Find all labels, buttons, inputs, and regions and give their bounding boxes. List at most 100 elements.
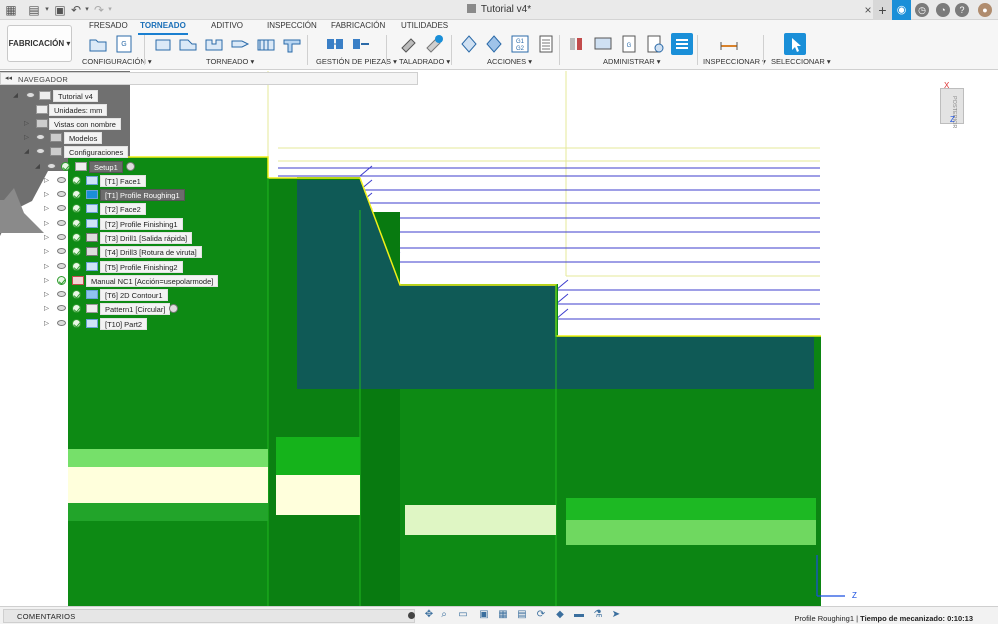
expand-arrow-icon[interactable]: ▷ <box>44 219 49 227</box>
file-menu-icon[interactable]: ▤ <box>27 3 41 17</box>
simulate-stock-icon[interactable] <box>484 34 504 54</box>
turning-part-icon[interactable] <box>230 34 250 54</box>
setup-sheet-icon[interactable]: G <box>114 34 134 54</box>
expand-arrow-icon[interactable]: ▷ <box>24 119 29 127</box>
visibility-eye-icon[interactable] <box>36 148 45 154</box>
visibility-eye-icon[interactable] <box>36 134 45 140</box>
group-gestion-piezas[interactable]: GESTIÓN DE PIEZAS ▾ <box>316 57 397 66</box>
expand-arrow-icon[interactable]: ▷ <box>44 262 49 270</box>
collapse-panel-icon[interactable]: ◂◂ <box>5 74 12 82</box>
visibility-eye-icon[interactable] <box>57 263 66 269</box>
zoom-icon[interactable]: ⌕ <box>437 609 451 621</box>
expand-arrow-icon[interactable]: ◢ <box>24 147 29 155</box>
template-library-icon[interactable]: G <box>619 34 639 54</box>
expand-arrow-icon[interactable]: ▷ <box>44 290 49 298</box>
post-library-icon[interactable] <box>645 34 665 54</box>
tab-fresado[interactable]: FRESADO <box>89 21 128 33</box>
tool-library-icon[interactable] <box>568 34 588 54</box>
visibility-eye-icon[interactable] <box>57 234 66 240</box>
visibility-eye-icon[interactable] <box>26 92 35 98</box>
measure-icon[interactable] <box>719 34 739 54</box>
setup-sheet-doc-icon[interactable] <box>536 34 556 54</box>
orbit-icon[interactable]: ⟳ <box>534 609 548 621</box>
task-manager-icon[interactable] <box>671 33 693 55</box>
turning-thread-icon[interactable] <box>256 34 276 54</box>
visibility-eye-icon[interactable] <box>57 205 66 211</box>
tree-named-views-label: Vistas con nombre <box>49 118 121 130</box>
notifications-icon[interactable]: ◔ <box>936 3 950 17</box>
group-acciones[interactable]: ACCIONES ▾ <box>487 57 532 66</box>
object-visibility-icon[interactable]: ➤ <box>609 609 623 621</box>
tab-aditivo[interactable]: ADITIVO <box>211 21 243 33</box>
comments-label: COMENTARIOS <box>17 612 76 621</box>
effects-icon[interactable]: ⚗ <box>591 609 605 621</box>
visibility-eye-icon[interactable] <box>57 291 66 297</box>
browser-panel-header[interactable]: ◂◂ NAVEGADOR <box>0 72 418 85</box>
grid-snap-icon[interactable]: ▦ <box>496 609 510 621</box>
visibility-eye-icon[interactable] <box>57 248 66 254</box>
group-administrar[interactable]: ADMINISTRAR ▾ <box>603 57 661 66</box>
tab-utilidades[interactable]: UTILIDADES <box>401 21 448 33</box>
user-avatar[interactable]: ● <box>978 3 992 17</box>
simulate-icon[interactable] <box>459 34 479 54</box>
visibility-eye-icon[interactable] <box>57 191 66 197</box>
environment-icon[interactable]: ▬ <box>572 609 586 621</box>
group-torneado[interactable]: TORNEADO ▾ <box>206 57 254 66</box>
expand-arrow-icon[interactable]: ▷ <box>44 233 49 241</box>
tab-torneado[interactable]: TORNEADO <box>138 21 188 35</box>
visual-style-icon[interactable]: ◆ <box>553 609 567 621</box>
zoom-window-icon[interactable]: ▭ <box>456 609 470 621</box>
open-folder-icon[interactable] <box>88 34 108 54</box>
group-seleccionar[interactable]: SELECCIONAR ▾ <box>771 57 831 66</box>
tab-fabricacion[interactable]: FABRICACIÓN <box>331 21 385 33</box>
turning-chamfer-icon[interactable] <box>282 34 302 54</box>
select-cursor-icon[interactable] <box>784 33 806 55</box>
tab-inspeccion[interactable]: INSPECCIÓN <box>267 21 317 33</box>
drill-icon[interactable] <box>399 34 419 54</box>
turning-groove-icon[interactable] <box>204 34 224 54</box>
expand-arrow-icon[interactable]: ▷ <box>44 204 49 212</box>
turning-face-icon[interactable] <box>154 34 174 54</box>
expand-arrow-icon[interactable]: ◢ <box>13 91 18 99</box>
apps-grid-icon[interactable]: ▦ <box>4 3 18 17</box>
expand-arrow-icon[interactable]: ▷ <box>24 133 29 141</box>
expand-arrow-icon[interactable]: ▷ <box>44 247 49 255</box>
visibility-eye-icon[interactable] <box>57 177 66 183</box>
save-icon[interactable]: ▣ <box>53 3 67 17</box>
hole-recognition-icon[interactable] <box>424 34 444 54</box>
data-panel-icon[interactable]: ◉ <box>892 0 911 20</box>
expand-arrow-icon[interactable]: ◢ <box>35 162 40 170</box>
visibility-eye-icon[interactable] <box>57 305 66 311</box>
turning-profile-icon[interactable] <box>178 34 198 54</box>
subspindle-icon[interactable] <box>351 34 371 54</box>
comments-panel[interactable]: COMENTARIOS <box>3 609 415 623</box>
visibility-eye-icon[interactable] <box>57 320 66 326</box>
visibility-eye-icon[interactable] <box>47 163 56 169</box>
group-taladrado[interactable]: TALADRADO ▾ <box>399 57 450 66</box>
manual-nc-icon <box>72 276 84 285</box>
file-menu-chevron-icon[interactable]: ▾ <box>40 3 54 17</box>
add-comment-icon[interactable] <box>408 612 415 619</box>
canvas-viewport[interactable]: Z <box>0 71 998 606</box>
active-setup-radio-icon[interactable] <box>126 162 135 171</box>
expand-arrow-icon[interactable]: ▷ <box>44 190 49 198</box>
visibility-eye-icon[interactable] <box>57 220 66 226</box>
status-check-icon <box>72 219 81 228</box>
expand-arrow-icon[interactable]: ▷ <box>44 276 49 284</box>
redo-chevron-icon[interactable]: ▾ <box>103 3 117 17</box>
display-settings-icon[interactable]: ▣ <box>477 609 491 621</box>
workspace-selector[interactable]: FABRICACIÓN ▾ <box>7 25 72 62</box>
pan-icon[interactable]: ✥ <box>422 609 436 621</box>
machine-library-icon[interactable] <box>593 34 613 54</box>
viewports-icon[interactable]: ▤ <box>515 609 529 621</box>
help-icon[interactable]: ? <box>955 3 969 17</box>
post-process-icon[interactable]: G1G2 <box>510 34 530 54</box>
expand-arrow-icon[interactable]: ▷ <box>44 319 49 327</box>
group-inspeccionar[interactable]: INSPECCIONAR ▾ <box>703 57 766 66</box>
expand-arrow-icon[interactable]: ▷ <box>44 176 49 184</box>
part-transfer-icon[interactable] <box>325 34 345 54</box>
new-tab-button[interactable]: + <box>873 0 892 20</box>
group-configuracion[interactable]: CONFIGURACIÓN ▾ <box>82 57 152 66</box>
job-status-icon[interactable]: ◷ <box>915 3 929 17</box>
expand-arrow-icon[interactable]: ▷ <box>44 304 49 312</box>
